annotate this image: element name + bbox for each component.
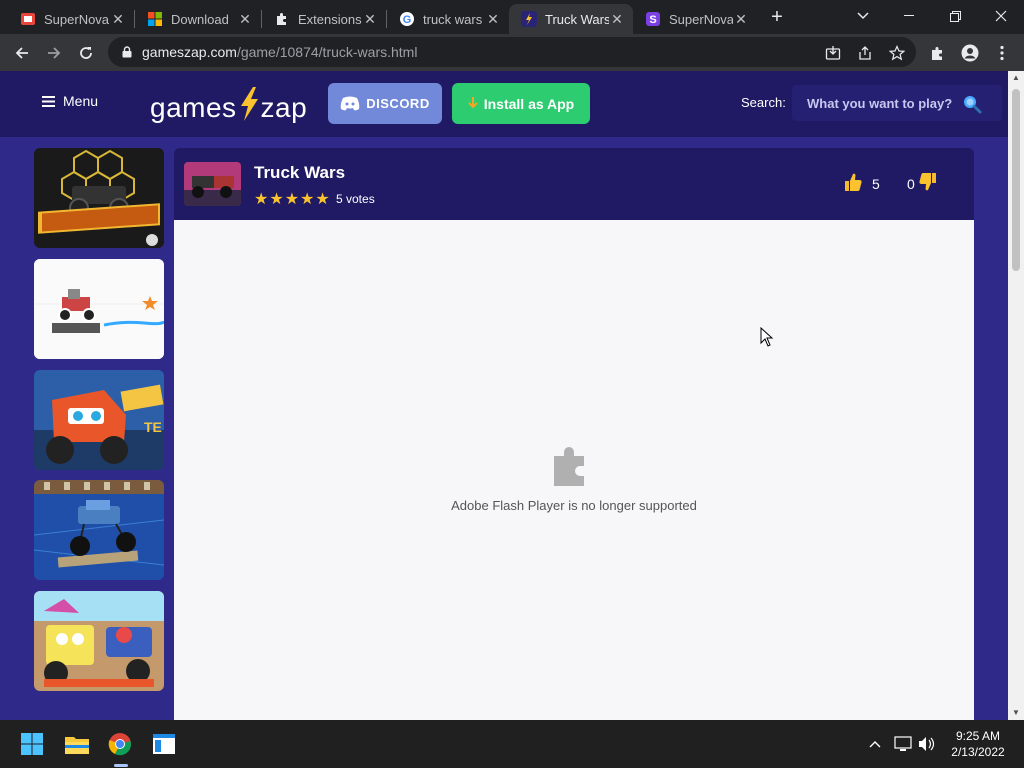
menu-button[interactable]: Menu: [42, 93, 98, 109]
volume-icon[interactable]: [918, 736, 936, 752]
bookmark-star-icon[interactable]: [888, 44, 906, 62]
game-thumbnail: [184, 162, 241, 206]
tab-strip: SuperNova ✕ Download ✕ Extensions ✕ G tr…: [0, 0, 1024, 34]
game-title: Truck Wars: [254, 163, 346, 182]
tab-extensions[interactable]: Extensions ✕: [262, 4, 386, 34]
tab-supernova-1[interactable]: SuperNova ✕: [8, 4, 134, 34]
supernova-s-favicon-icon: S: [645, 11, 661, 27]
plugin-puzzle-icon: [550, 442, 598, 490]
lock-icon[interactable]: [120, 45, 134, 59]
puzzle-favicon-icon: [274, 11, 290, 27]
profile-avatar-icon[interactable]: [956, 39, 984, 67]
game-player-area[interactable]: Adobe Flash Player is no longer supporte…: [174, 220, 974, 720]
file-explorer-icon[interactable]: [63, 730, 91, 758]
page-scrollbar[interactable]: ▲ ▼: [1008, 71, 1024, 720]
svg-text:TE: TE: [144, 419, 162, 435]
install-as-app-button[interactable]: Install as App: [452, 83, 590, 124]
windows-taskbar: 9:25 AM 2/13/2022: [0, 720, 1024, 768]
svg-text:S: S: [649, 14, 656, 26]
close-tab-icon[interactable]: ✕: [609, 11, 625, 28]
close-tab-icon[interactable]: ✕: [362, 11, 378, 28]
mouse-cursor-icon: [760, 326, 774, 352]
gameszap-logo[interactable]: games zap: [150, 87, 307, 129]
thumbs-down-icon: [919, 172, 937, 195]
supernova-favicon-icon: [20, 11, 36, 27]
scroll-up-arrow-icon[interactable]: ▲: [1008, 71, 1024, 85]
gameszap-favicon-icon: [521, 11, 537, 27]
hamburger-icon: [42, 95, 55, 107]
thumbs-up-icon: [844, 172, 862, 195]
url-text: gameszap.com/game/10874/truck-wars.html: [142, 44, 418, 60]
tab-truck-wars-search[interactable]: G truck wars ✕: [387, 4, 509, 34]
dislike-button[interactable]: 0: [907, 172, 937, 195]
search-icon[interactable]: [962, 94, 982, 114]
tab-download[interactable]: Download ✕: [135, 4, 261, 34]
close-tab-icon[interactable]: ✕: [237, 11, 253, 28]
svg-text:G: G: [403, 14, 412, 26]
active-app-indicator: [114, 764, 128, 767]
game-header: Truck Wars ★★★★★ 5 votes 5 0: [174, 148, 974, 220]
kebab-menu-icon[interactable]: [988, 39, 1016, 67]
discord-icon: [341, 96, 360, 111]
system-clock[interactable]: 9:25 AM 2/13/2022: [940, 728, 1016, 760]
browser-toolbar: gameszap.com/game/10874/truck-wars.html: [0, 34, 1024, 71]
restore-icon[interactable]: [932, 0, 978, 32]
scroll-down-arrow-icon[interactable]: ▼: [1008, 706, 1024, 720]
reload-icon[interactable]: [72, 39, 100, 67]
votes-count: 5 votes: [336, 192, 375, 206]
search-label: Search:: [741, 95, 786, 110]
lightning-bolt-icon: [238, 87, 260, 129]
close-tab-icon[interactable]: ✕: [485, 11, 501, 28]
site-header: Menu games zap DISCORD Install as App Se…: [0, 71, 1008, 137]
scrollbar-thumb[interactable]: [1012, 89, 1020, 271]
share-icon[interactable]: [856, 44, 874, 62]
related-game-truck-line[interactable]: [34, 259, 164, 359]
tray-chevron-up-icon[interactable]: [866, 736, 884, 752]
tab-truck-wars-active[interactable]: Truck Wars ✕: [509, 4, 633, 34]
network-icon[interactable]: [894, 736, 912, 752]
google-favicon-icon: G: [399, 11, 415, 27]
page-content: Menu games zap DISCORD Install as App Se…: [0, 71, 1008, 720]
rating-stars[interactable]: ★★★★★: [254, 189, 331, 209]
close-tab-icon[interactable]: ✕: [110, 11, 126, 28]
new-tab-plus-icon[interactable]: +: [766, 6, 788, 28]
notepad-app-icon[interactable]: [150, 730, 178, 758]
related-game-monster-truck[interactable]: [34, 148, 164, 248]
search-input[interactable]: What you want to play?: [792, 85, 1002, 121]
tab-supernova-2[interactable]: S SuperNova ✕: [633, 4, 757, 34]
windows-favicon-icon: [147, 11, 163, 27]
extensions-puzzle-icon[interactable]: [924, 39, 952, 67]
related-game-monster-jump[interactable]: [34, 480, 164, 580]
address-bar[interactable]: gameszap.com/game/10874/truck-wars.html: [108, 37, 916, 67]
minimize-icon[interactable]: [886, 0, 932, 32]
related-game-blaze[interactable]: TE: [34, 370, 164, 470]
back-arrow-icon[interactable]: [8, 39, 36, 67]
forward-arrow-icon[interactable]: [40, 39, 68, 67]
discord-button[interactable]: DISCORD: [328, 83, 442, 124]
chrome-icon[interactable]: [106, 730, 134, 758]
close-tab-icon[interactable]: ✕: [733, 11, 749, 28]
related-game-spongebob-trucks[interactable]: [34, 591, 164, 691]
close-window-icon[interactable]: [978, 0, 1024, 32]
tab-search-chevron-icon[interactable]: [840, 0, 886, 32]
download-arrow-icon: [468, 96, 478, 108]
like-button[interactable]: 5: [844, 172, 880, 195]
windows-start-icon[interactable]: [18, 730, 46, 758]
flash-unsupported-message: Adobe Flash Player is no longer supporte…: [451, 498, 697, 513]
install-app-icon[interactable]: [824, 44, 842, 62]
